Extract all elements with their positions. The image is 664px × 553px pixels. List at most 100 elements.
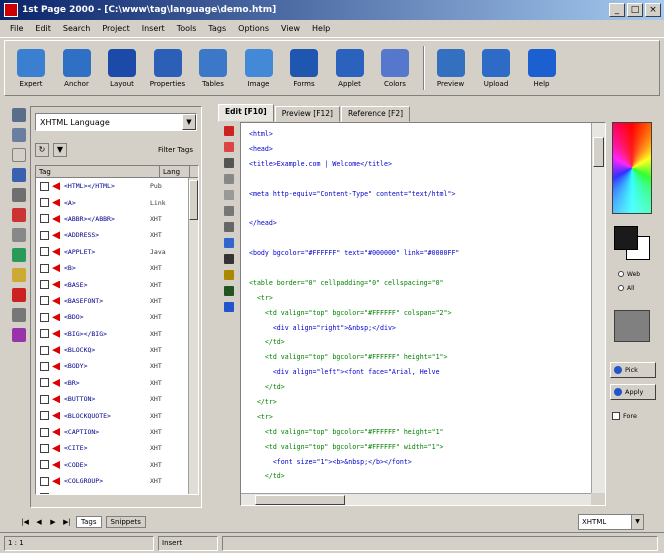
search-panel-icon[interactable] bbox=[12, 148, 26, 162]
filter-icon[interactable]: ▼ bbox=[53, 143, 67, 157]
code-editor[interactable]: <html> <head> <title>Example.com | Welcome… bbox=[240, 122, 606, 506]
tag-row[interactable]: <BLOCKQ> XHT bbox=[36, 342, 198, 358]
checkbox-icon[interactable] bbox=[40, 493, 49, 494]
menu-project[interactable]: Project bbox=[96, 24, 135, 33]
checkbox-icon[interactable] bbox=[40, 460, 49, 470]
menu-view[interactable]: View bbox=[275, 24, 306, 33]
tag-list-scrollbar[interactable] bbox=[188, 178, 198, 494]
color-panel-icon[interactable] bbox=[12, 248, 26, 262]
checkbox-icon[interactable] bbox=[40, 443, 49, 453]
tag-row[interactable]: <BLOCKQUOTE> XHT bbox=[36, 407, 198, 423]
checkbox-icon[interactable] bbox=[40, 411, 49, 421]
pick-button[interactable]: Pick bbox=[610, 362, 656, 378]
chevron-down-icon[interactable]: ▼ bbox=[631, 515, 643, 529]
tag-row[interactable]: <BASE> XHT bbox=[36, 276, 198, 292]
tag-row[interactable]: <COLGROUP>Tab bbox=[36, 489, 198, 494]
checkbox-icon[interactable] bbox=[40, 361, 49, 371]
checkbox-icon[interactable] bbox=[40, 214, 49, 224]
tag-row[interactable]: <CODE> XHT bbox=[36, 457, 198, 473]
tab-preview[interactable]: Preview [F12] bbox=[274, 106, 340, 122]
stop-icon[interactable] bbox=[224, 126, 234, 136]
tag-row[interactable]: <CAPTION> XHT bbox=[36, 424, 198, 440]
language-select[interactable]: XHTML Language ▼ bbox=[35, 113, 197, 131]
applet-button[interactable]: Applet bbox=[328, 43, 372, 93]
refresh-icon[interactable]: ↻ bbox=[35, 143, 49, 157]
clip-panel-icon[interactable] bbox=[12, 188, 26, 202]
comment-icon[interactable] bbox=[224, 190, 234, 200]
checkbox-icon[interactable] bbox=[40, 247, 49, 257]
fore-checkbox[interactable]: Fore bbox=[612, 412, 637, 420]
checkbox-icon[interactable] bbox=[40, 280, 49, 290]
doctype-select[interactable]: XHTML ▼ bbox=[578, 514, 644, 530]
col-tag[interactable]: Tag bbox=[36, 166, 160, 177]
tag-row[interactable]: <BDO> XHT bbox=[36, 309, 198, 325]
tab-edit[interactable]: Edit [F10] bbox=[218, 104, 274, 122]
expert-button[interactable]: Expert bbox=[9, 43, 53, 93]
layout-button[interactable]: Layout bbox=[100, 43, 144, 93]
validate-icon[interactable] bbox=[224, 238, 234, 248]
tab-tags[interactable]: Tags bbox=[76, 516, 102, 528]
format-icon[interactable] bbox=[224, 222, 234, 232]
menu-tools[interactable]: Tools bbox=[171, 24, 203, 33]
next-icon[interactable]: ▶ bbox=[48, 517, 58, 527]
tag-row[interactable]: <BIG></BIG> XHT bbox=[36, 326, 198, 342]
image-panel-icon[interactable] bbox=[12, 268, 26, 282]
checkbox-icon[interactable] bbox=[40, 378, 49, 388]
files-panel-icon[interactable] bbox=[12, 128, 26, 142]
checkbox-icon[interactable] bbox=[40, 296, 49, 306]
option-all[interactable]: All bbox=[618, 284, 648, 292]
menu-edit[interactable]: Edit bbox=[29, 24, 57, 33]
project-panel-icon[interactable] bbox=[12, 168, 26, 182]
tag-row[interactable]: <ADDRESS> XHT bbox=[36, 227, 198, 243]
col-lang[interactable]: Lang bbox=[160, 166, 190, 177]
run-icon[interactable] bbox=[224, 286, 234, 296]
properties-button[interactable]: Properties bbox=[146, 43, 190, 93]
wrap-icon[interactable] bbox=[224, 206, 234, 216]
browser-icon[interactable] bbox=[224, 302, 234, 312]
first-icon[interactable]: |◀ bbox=[20, 517, 30, 527]
bookmark-icon[interactable] bbox=[224, 142, 234, 152]
tags-panel-icon[interactable] bbox=[12, 108, 26, 122]
foreground-color[interactable] bbox=[614, 226, 638, 250]
checkbox-icon[interactable] bbox=[40, 230, 49, 240]
menu-help[interactable]: Help bbox=[306, 24, 336, 33]
maximize-button[interactable]: □ bbox=[627, 3, 643, 17]
tab-snippets[interactable]: Snippets bbox=[105, 516, 146, 528]
forms-button[interactable]: Forms bbox=[282, 43, 326, 93]
style-panel-icon[interactable] bbox=[12, 328, 26, 342]
snippet-panel-icon[interactable] bbox=[12, 208, 26, 222]
menu-tags[interactable]: Tags bbox=[202, 24, 232, 33]
help-button[interactable]: Help bbox=[520, 43, 564, 93]
scroll-thumb[interactable] bbox=[255, 495, 345, 505]
preview-button[interactable]: Preview bbox=[429, 43, 473, 93]
scroll-thumb[interactable] bbox=[593, 137, 604, 167]
checkbox-icon[interactable] bbox=[40, 181, 49, 191]
tag-row[interactable]: <CITE> XHT bbox=[36, 440, 198, 456]
menu-search[interactable]: Search bbox=[57, 24, 96, 33]
tag-row[interactable]: <B> XHT bbox=[36, 260, 198, 276]
tag-row[interactable]: <BUTTON> XHT bbox=[36, 391, 198, 407]
link-panel-icon[interactable] bbox=[12, 308, 26, 322]
option-web[interactable]: Web bbox=[618, 270, 648, 278]
tool-panel-icon[interactable] bbox=[12, 228, 26, 242]
checkbox-icon[interactable] bbox=[40, 329, 49, 339]
apply-button[interactable]: Apply bbox=[610, 384, 656, 400]
close-button[interactable]: × bbox=[645, 3, 661, 17]
tables-button[interactable]: Tables bbox=[191, 43, 235, 93]
tag-row[interactable]: <COLGROUP> XHT bbox=[36, 473, 198, 489]
tag-row[interactable]: <BODY> XHT bbox=[36, 358, 198, 374]
chevron-down-icon[interactable]: ▼ bbox=[182, 114, 196, 130]
tab-reference[interactable]: Reference [F2] bbox=[340, 106, 411, 122]
colors-button[interactable]: Colors bbox=[373, 43, 417, 93]
tag-row[interactable]: <ABBR></ABBR> XHT bbox=[36, 211, 198, 227]
check-icon[interactable] bbox=[224, 254, 234, 264]
cut-panel-icon[interactable] bbox=[12, 288, 26, 302]
editor-hscrollbar[interactable] bbox=[241, 493, 593, 505]
last-icon[interactable]: ▶| bbox=[62, 517, 72, 527]
menu-file[interactable]: File bbox=[4, 24, 29, 33]
tag-row[interactable]: <APPLET> Java bbox=[36, 244, 198, 260]
image-button[interactable]: Image bbox=[237, 43, 281, 93]
tag-row[interactable]: <BR> XHT bbox=[36, 375, 198, 391]
checkbox-icon[interactable] bbox=[40, 263, 49, 273]
checkbox-icon[interactable] bbox=[40, 394, 49, 404]
